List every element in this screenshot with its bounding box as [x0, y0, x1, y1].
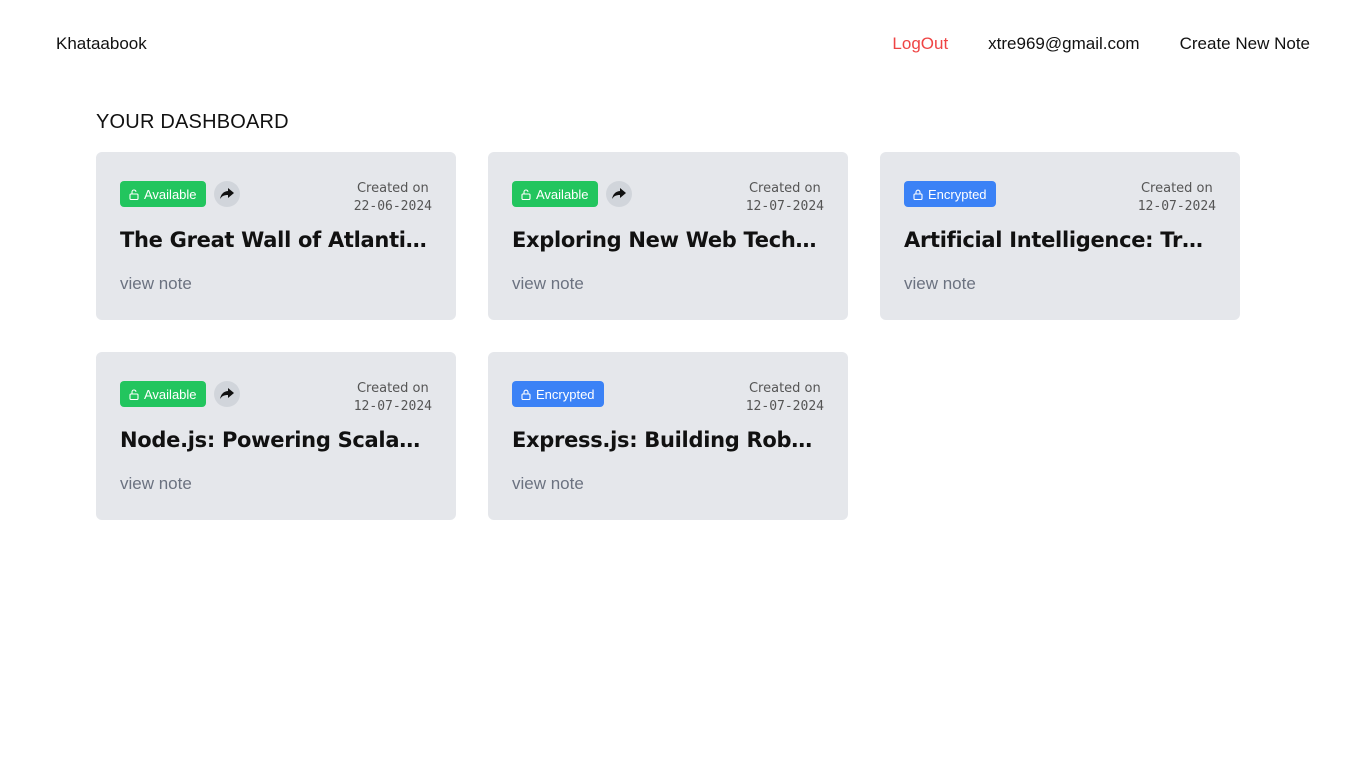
status-label: Encrypted [536, 386, 595, 402]
created-label: Created on [748, 181, 821, 196]
created-date: 22-06-2024 [353, 199, 432, 214]
share-button[interactable] [213, 381, 240, 407]
view-note-link[interactable]: view note [512, 474, 584, 494]
share-arrow-icon [219, 188, 234, 199]
created-info: Created on 12-07-2024 [746, 380, 824, 416]
created-label: Created on [356, 381, 429, 396]
status-badge: Available [120, 381, 206, 407]
created-info: Created on 12-07-2024 [354, 380, 432, 416]
note-card: Available Created on 12-07-2024 Explorin… [488, 152, 848, 320]
lock-icon [913, 189, 923, 200]
created-date: 12-07-2024 [353, 399, 432, 414]
view-note-link[interactable]: view note [904, 274, 976, 294]
user-email-link[interactable]: xtre969@gmail.com [988, 34, 1139, 54]
unlock-icon [129, 188, 139, 200]
unlock-icon [129, 388, 139, 400]
status-badge: Available [120, 181, 206, 207]
created-info: Created on 12-07-2024 [746, 180, 824, 216]
status-label: Available [144, 186, 197, 202]
brand-logo[interactable]: Khataabook [56, 34, 147, 54]
note-card: Encrypted Created on 12-07-2024 Artifici… [880, 152, 1240, 320]
note-title: Express.js: Building Robust W… [512, 428, 824, 452]
unlock-icon [521, 188, 531, 200]
page-title: YOUR DASHBOARD [96, 111, 289, 133]
share-button[interactable] [213, 181, 240, 207]
created-label: Created on [1140, 181, 1213, 196]
note-title: Artificial Intelligence: Transfo… [904, 228, 1216, 252]
note-card: Available Created on 12-07-2024 Node.js:… [96, 352, 456, 520]
created-date: 12-07-2024 [745, 399, 824, 414]
status-badge: Encrypted [512, 381, 604, 407]
status-label: Available [536, 186, 589, 202]
status-label: Encrypted [928, 186, 987, 202]
lock-icon [521, 389, 531, 400]
view-note-link[interactable]: view note [120, 274, 192, 294]
created-info: Created on 22-06-2024 [354, 180, 432, 216]
created-label: Created on [748, 381, 821, 396]
view-note-link[interactable]: view note [120, 474, 192, 494]
created-label: Created on [356, 181, 429, 196]
share-button[interactable] [605, 181, 632, 207]
note-title: The Great Wall of Atlantis: Un… [120, 228, 432, 252]
note-title: Exploring New Web Technolo… [512, 228, 824, 252]
notes-grid: Available Created on 22-06-2024 The Grea… [96, 152, 1240, 520]
created-date: 12-07-2024 [1137, 199, 1216, 214]
view-note-link[interactable]: view note [512, 274, 584, 294]
create-note-link[interactable]: Create New Note [1180, 34, 1310, 54]
note-card: Encrypted Created on 12-07-2024 Express.… [488, 352, 848, 520]
note-title: Node.js: Powering Scalable a… [120, 428, 432, 452]
nav-links: LogOut xtre969@gmail.com Create New Note [892, 34, 1310, 54]
share-arrow-icon [611, 188, 626, 199]
status-badge: Encrypted [904, 181, 996, 207]
share-arrow-icon [219, 388, 234, 399]
created-date: 12-07-2024 [745, 199, 824, 214]
status-badge: Available [512, 181, 598, 207]
note-card: Available Created on 22-06-2024 The Grea… [96, 152, 456, 320]
top-nav: Khataabook LogOut xtre969@gmail.com Crea… [0, 0, 1366, 88]
created-info: Created on 12-07-2024 [1138, 180, 1216, 216]
logout-link[interactable]: LogOut [892, 34, 948, 54]
status-label: Available [144, 386, 197, 402]
